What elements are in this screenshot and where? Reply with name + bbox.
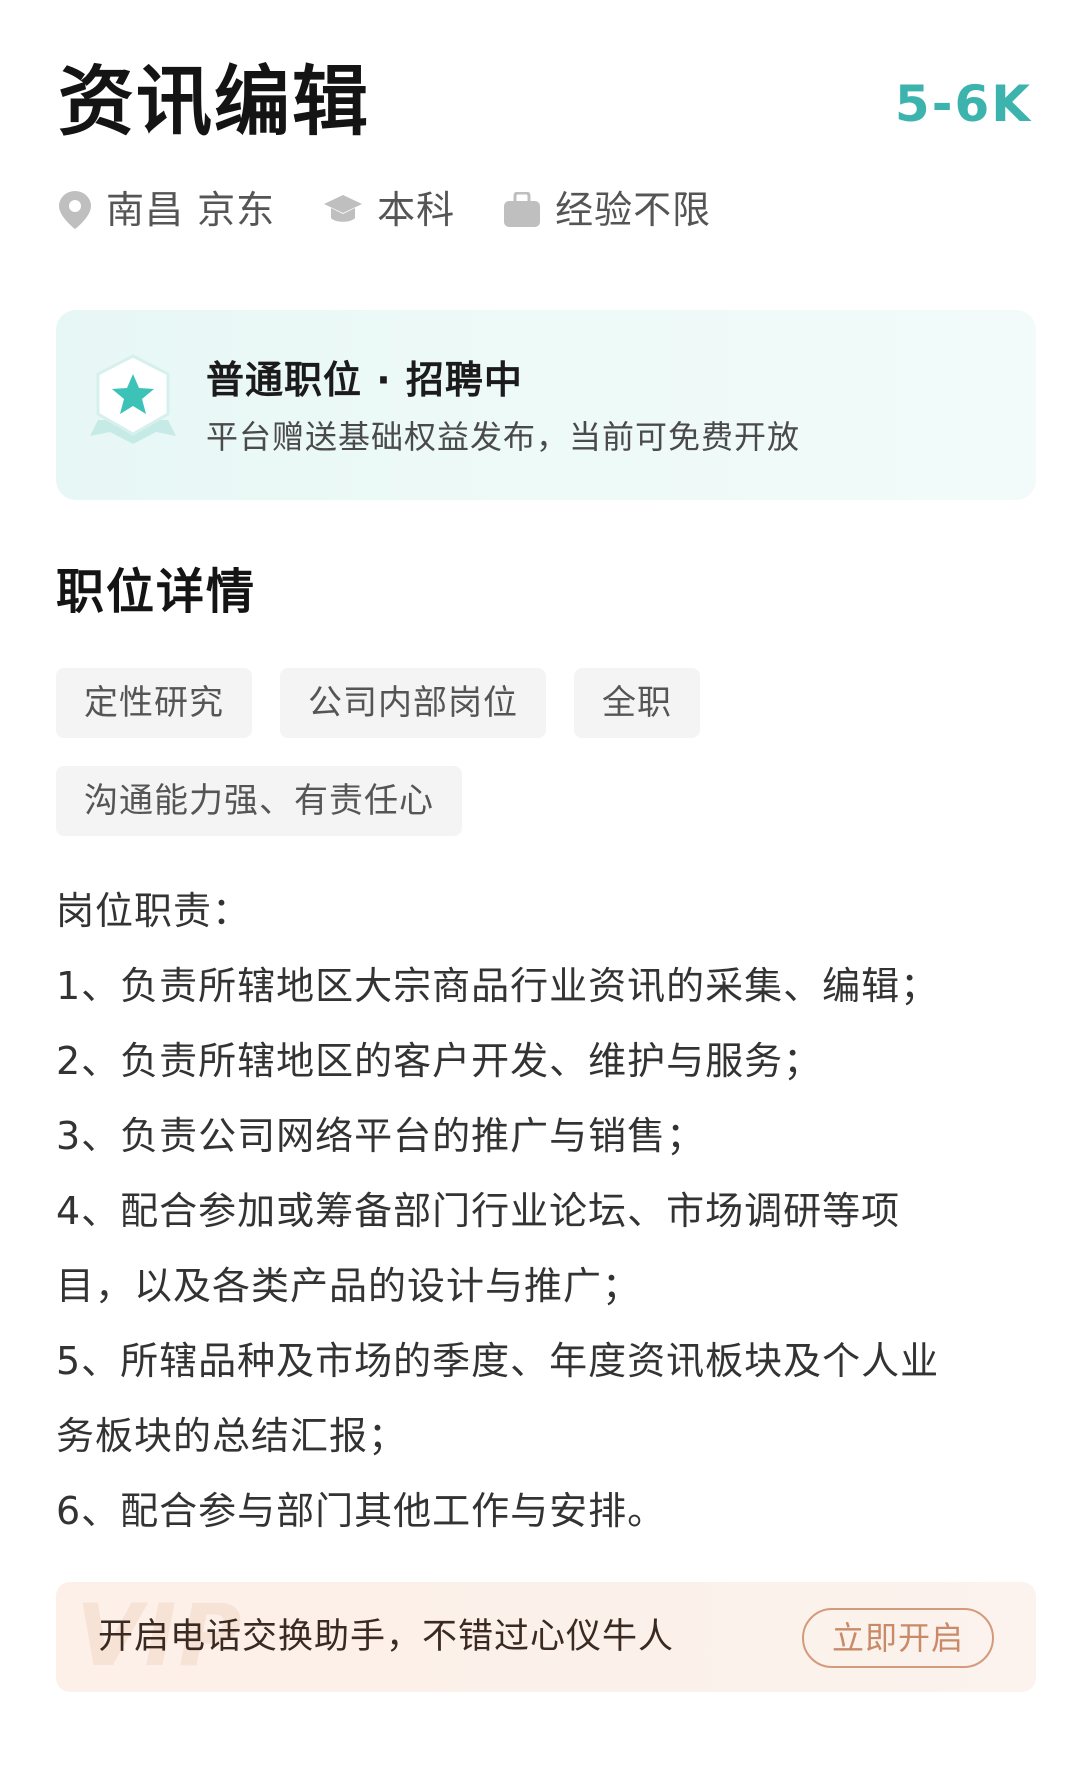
enable-now-button[interactable]: 立即开启 (802, 1608, 994, 1668)
description-line: 2、负责所辖地区的客户开发、维护与服务； (56, 1039, 823, 1083)
status-description: 平台赠送基础权益发布，当前可免费开放 (206, 418, 801, 456)
section-title-job-details: 职位详情 (56, 564, 257, 620)
meta-education: 本科 (323, 180, 455, 240)
meta-experience: 经验不限 (503, 180, 711, 240)
phone-exchange-promo-banner: VIP 开启电话交换助手，不错过心仪牛人 立即开启 (56, 1582, 1036, 1692)
meta-location: 南昌 京东 (58, 180, 275, 240)
status-title: 普通职位 · 招聘中 (206, 358, 523, 402)
star-badge-icon (90, 354, 176, 444)
job-header: 资讯编辑 5-6K (58, 52, 1032, 152)
description-heading: 岗位职责： (56, 889, 252, 933)
education-text: 本科 (377, 188, 456, 232)
briefcase-icon (504, 192, 541, 227)
experience-text: 经验不限 (555, 188, 712, 232)
job-tag: 全职 (574, 668, 700, 738)
job-meta: 南昌 京东 本科 经验不限 (58, 180, 759, 240)
job-tag: 定性研究 (56, 668, 252, 738)
description-line: 目，以及各类产品的设计与推广； (56, 1264, 642, 1308)
job-tag: 沟通能力强、有责任心 (56, 766, 462, 836)
job-tag: 公司内部岗位 (280, 668, 546, 738)
description-line: 务板块的总结汇报； (56, 1414, 408, 1458)
graduation-cap-icon (324, 195, 363, 222)
salary-range: 5-6K (894, 75, 1032, 133)
description-line: 4、配合参加或筹备部门行业论坛、市场调研等项 (56, 1189, 901, 1233)
description-line: 3、负责公司网络平台的推广与销售； (56, 1114, 706, 1158)
job-description: 岗位职责： 1、负责所辖地区大宗商品行业资讯的采集、编辑； 2、负责所辖地区的客… (56, 874, 1016, 1549)
location-text: 南昌 京东 (106, 188, 276, 232)
description-line: 1、负责所辖地区大宗商品行业资讯的采集、编辑； (56, 964, 940, 1008)
job-tags: 定性研究 公司内部岗位 全职 沟通能力强、有责任心 (56, 668, 1036, 864)
description-line: 5、所辖品种及市场的季度、年度资讯板块及个人业 (56, 1339, 940, 1383)
job-status-card: 普通职位 · 招聘中 平台赠送基础权益发布，当前可免费开放 (56, 310, 1036, 500)
description-line: 6、配合参与部门其他工作与安排。 (56, 1489, 667, 1533)
promo-text: 开启电话交换助手，不错过心仪牛人 (98, 1617, 675, 1657)
location-pin-icon (59, 191, 91, 229)
job-title: 资讯编辑 (58, 57, 370, 146)
